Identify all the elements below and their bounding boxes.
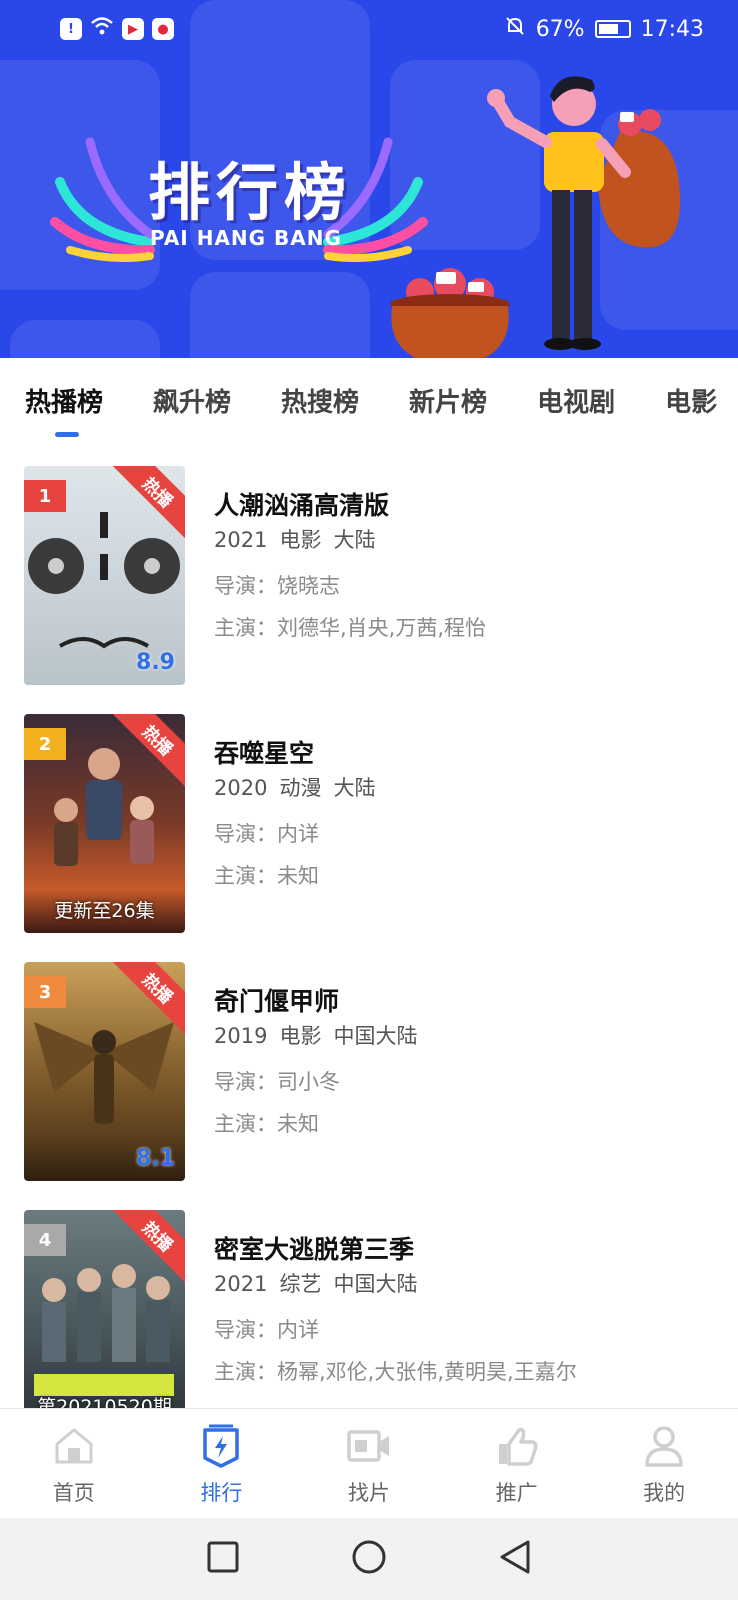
item-title[interactable]: 人潮汹涌高清版 xyxy=(214,486,728,524)
item-title[interactable]: 吞噬星空 xyxy=(214,734,728,772)
item-director: 导演：司小冬 xyxy=(214,1070,340,1094)
notification-alert-icon: ! xyxy=(60,18,82,40)
tab-new-releases[interactable]: 新片榜 xyxy=(409,382,487,419)
item-cast: 主演：刘德华,肖央,万茜,程怡 xyxy=(214,616,487,640)
poster-image[interactable]: 3 热播 8.1 xyxy=(24,962,185,1181)
battery-icon xyxy=(594,20,631,38)
item-meta: 2021 综艺 中国大陆 xyxy=(214,1272,418,1296)
score-label: 8.9 xyxy=(136,650,175,675)
tab-tv-series[interactable]: 电视剧 xyxy=(537,382,615,419)
nav-ranking[interactable]: 排行 xyxy=(148,1409,296,1518)
rank-badge: 1 xyxy=(24,480,66,512)
item-title[interactable]: 密室大逃脱第三季 xyxy=(214,1230,728,1268)
list-item[interactable]: 1 热播 8.9 人潮汹涌高清版 2021 电影 大陆 导演：饶晓志 主演：刘德华,… xyxy=(0,452,738,700)
splash-decoration-icon xyxy=(50,137,155,262)
tab-movies[interactable]: 电影 xyxy=(665,382,717,419)
ranking-banner: ! ▶ ● 67% 17:43 排行榜 PAI HANG BANG xyxy=(0,0,738,358)
nav-label: 找片 xyxy=(347,1481,390,1505)
list-item[interactable]: 3 热播 8.1 奇门偃甲师 2019 电影 中国大陆 导演：司小冬 主演：未知 xyxy=(0,948,738,1196)
treasure-pot-icon xyxy=(390,268,510,358)
item-meta: 2019 电影 中国大陆 xyxy=(214,1024,418,1048)
battery-percent: 67% xyxy=(535,16,585,42)
item-director: 导演：内详 xyxy=(214,1318,319,1342)
nav-label: 首页 xyxy=(52,1481,95,1505)
item-meta: 2021 电影 大陆 xyxy=(214,528,376,552)
back-triangle-icon[interactable] xyxy=(498,1539,532,1579)
ranking-list: 1 热播 8.9 人潮汹涌高清版 2021 电影 大陆 导演：饶晓志 主演：刘德华,… xyxy=(0,452,738,1408)
home-icon xyxy=(51,1423,97,1469)
rank-badge: 2 xyxy=(24,728,66,760)
banner-subtitle: PAI HANG BANG xyxy=(150,226,342,250)
nav-label: 我的 xyxy=(643,1481,686,1505)
item-director: 导演：内详 xyxy=(214,822,319,846)
poster-image[interactable]: 2 热播 更新至26集 xyxy=(24,714,185,933)
wifi-icon xyxy=(90,16,114,42)
recent-apps-icon[interactable] xyxy=(206,1540,240,1578)
nav-label: 排行 xyxy=(200,1481,243,1505)
music-app-icon: ● xyxy=(152,18,174,40)
nav-home[interactable]: 首页 xyxy=(0,1409,148,1518)
item-cast: 主演：未知 xyxy=(214,864,319,888)
poster-image[interactable]: 1 热播 8.9 xyxy=(24,466,185,685)
clock: 17:43 xyxy=(640,16,704,42)
thumbs-up-icon xyxy=(494,1423,540,1469)
score-label: 8.1 xyxy=(136,1146,175,1171)
tab-hot-play[interactable]: 热播榜 xyxy=(25,382,103,437)
ranking-tabs: 热播榜 飙升榜 热搜榜 新片榜 电视剧 电影 xyxy=(0,360,738,440)
nav-profile[interactable]: 我的 xyxy=(590,1409,738,1518)
item-title[interactable]: 奇门偃甲师 xyxy=(214,982,728,1020)
home-circle-icon[interactable] xyxy=(351,1539,387,1579)
item-director: 导演：饶晓志 xyxy=(214,574,340,598)
mute-bell-icon xyxy=(504,15,526,43)
item-cast: 主演：未知 xyxy=(214,1112,319,1136)
bottom-navigation: 首页 排行 找片 推广 我的 xyxy=(0,1408,738,1518)
tab-hot-search[interactable]: 热搜榜 xyxy=(281,382,359,419)
system-navigation-bar xyxy=(0,1518,738,1600)
profile-icon xyxy=(641,1423,687,1469)
update-status: 第20210520期 xyxy=(37,1396,172,1408)
item-meta: 2020 动漫 大陆 xyxy=(214,776,376,800)
status-bar: ! ▶ ● 67% 17:43 xyxy=(0,0,738,58)
ranking-icon xyxy=(198,1423,244,1469)
update-status: 更新至26集 xyxy=(54,900,155,922)
nav-find-video[interactable]: 找片 xyxy=(295,1409,443,1518)
item-cast: 主演：杨幂,邓伦,大张伟,黄明昊,王嘉尔 xyxy=(214,1360,577,1384)
nav-label: 推广 xyxy=(495,1481,538,1505)
list-item[interactable]: 2 热播 更新至26集 吞噬星空 2020 动漫 大陆 导演：内详 主演：未知 xyxy=(0,700,738,948)
tab-rising[interactable]: 飙升榜 xyxy=(153,382,231,419)
poster-image[interactable]: 4 热播 第20210520期 xyxy=(24,1210,185,1408)
nav-promote[interactable]: 推广 xyxy=(443,1409,591,1518)
banner-title: 排行榜 xyxy=(148,156,353,229)
rank-badge: 4 xyxy=(24,1224,66,1256)
video-camera-icon xyxy=(346,1423,392,1469)
list-item[interactable]: 4 热播 第20210520期 密室大逃脱第三季 2021 综艺 中国大陆 导演：内… xyxy=(0,1196,738,1408)
rank-badge: 3 xyxy=(24,976,66,1008)
video-app-icon: ▶ xyxy=(122,18,144,40)
